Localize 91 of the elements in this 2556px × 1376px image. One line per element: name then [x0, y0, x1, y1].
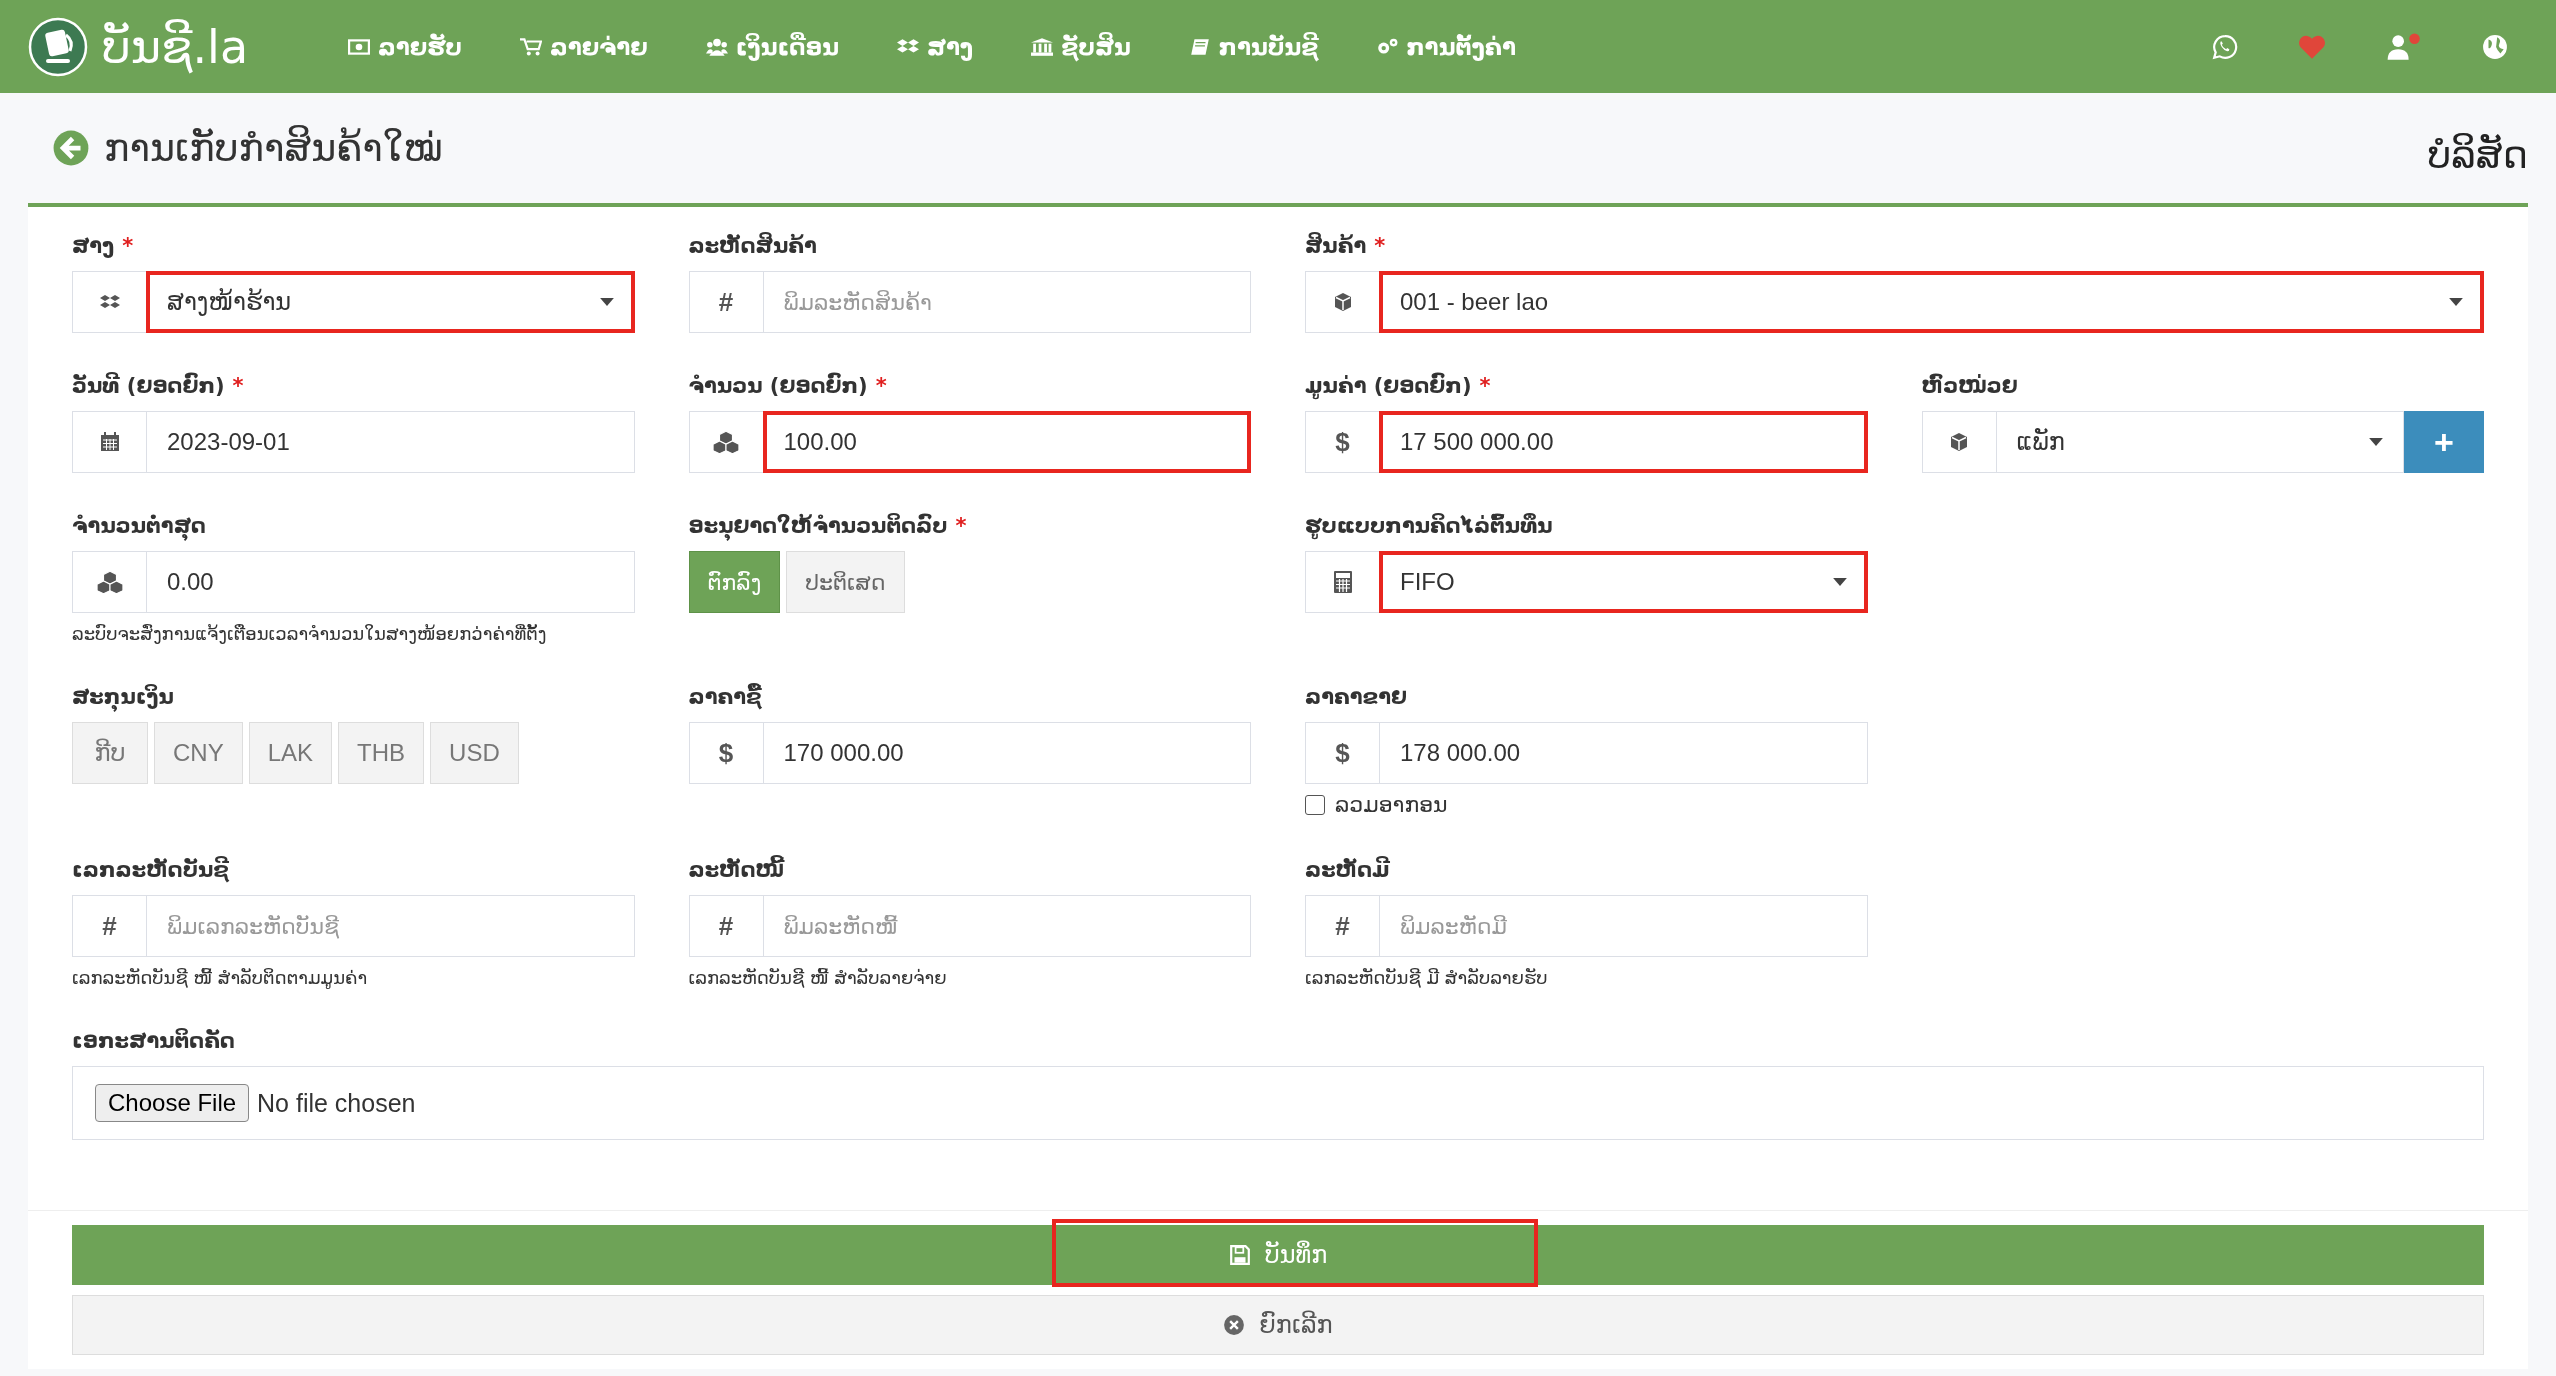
input-field[interactable]: ພິມເລກລະຫັດບັນຊີ — [146, 895, 635, 957]
field-label: ວັນທີ (ຍອດຍົກ) — [72, 374, 225, 398]
required-mark: * — [875, 374, 887, 398]
input-field[interactable]: 178 000.00 — [1379, 722, 1868, 784]
currency-button[interactable]: THB — [338, 722, 425, 784]
input-field[interactable]: ແພັກ — [1995, 411, 2404, 473]
save-button[interactable]: ບັນທຶກ — [72, 1225, 2484, 1285]
input-field[interactable]: ພິມລະຫັດໜີ້ — [762, 895, 1251, 957]
boxes-icon — [99, 294, 120, 310]
caret-icon — [2369, 438, 2383, 446]
whatsapp-icon[interactable] — [2212, 33, 2238, 60]
input-field[interactable]: 17 500 000.00 — [1379, 411, 1868, 473]
currency-button[interactable]: USD — [430, 722, 519, 784]
field-label: ມູນຄ່າ (ຍອດຍົກ) — [1305, 374, 1472, 398]
addon-symbol: $ — [718, 737, 734, 769]
field-label: ສາງ — [72, 234, 115, 258]
nav-link[interactable]: ຊັບສິນ — [1031, 33, 1131, 60]
cancel-button[interactable]: ຍົກເລີກ — [72, 1295, 2484, 1355]
input-field[interactable]: ພິມລະຫັດສິນຄ້າ — [762, 271, 1251, 333]
field-label: ລະຫັດສິນຄ້າ — [688, 234, 817, 258]
nav-link[interactable]: ລາຍຈ່າຍ — [519, 33, 648, 60]
nav-link[interactable]: ການບັນຊີ — [1188, 33, 1319, 60]
input-field[interactable]: ພິມລະຫັດມີ — [1379, 895, 1868, 957]
calculator-icon — [1333, 571, 1352, 593]
input-field[interactable]: 100.00 — [762, 411, 1251, 473]
caret-icon — [599, 298, 614, 306]
choose-file-button[interactable]: Choose File — [95, 1084, 250, 1122]
required-mark: * — [122, 234, 134, 258]
calendar-icon — [99, 432, 120, 452]
input-field[interactable]: 170 000.00 — [762, 722, 1251, 784]
help-text: ເລກລະຫັດບັນຊີ ໜີ້ ສຳລັບລາຍຈ່າຍ — [688, 967, 948, 988]
input-field[interactable]: ສາງໜ້າຮ້ານ — [146, 271, 635, 333]
brand-name[interactable]: ບັນຊີ.la — [102, 19, 249, 74]
currency-button[interactable]: ກີບ — [72, 722, 148, 784]
field-label: ລາຄາຂາຍ — [1305, 685, 1407, 709]
input-field[interactable]: 001 - beer lao — [1379, 271, 2484, 333]
file-status: No file chosen — [257, 1088, 416, 1118]
currency-button[interactable]: CNY — [154, 722, 243, 784]
company-name: ບໍລິສັດ — [2427, 133, 2528, 177]
required-mark: * — [955, 514, 967, 538]
bank-icon — [1031, 37, 1054, 56]
currency-button[interactable]: LAK — [248, 722, 333, 784]
addon-symbol: # — [718, 286, 734, 318]
money-icon — [348, 37, 370, 56]
close-icon — [1223, 1314, 1246, 1336]
cart-icon — [519, 37, 542, 56]
addon-symbol: # — [1335, 910, 1350, 942]
field-label: ຫົວໜ່ວຍ — [1921, 374, 2018, 398]
field-label: ເອກະສານຕິດຄັດ — [72, 1029, 235, 1053]
nav-link[interactable]: ເງິນເດືອນ — [705, 33, 840, 60]
help-text: ລະບົບຈະສົ່ງການແຈ້ງເຕືອນເວລາຈຳນວນໃນສາງໜ້ອຍກວ່າຄ່າທີ່ຕັ້ງ — [72, 623, 548, 644]
addon-symbol: # — [718, 910, 734, 942]
save-icon — [1228, 1244, 1251, 1266]
addon-symbol: $ — [1335, 737, 1350, 769]
checkbox-label: ລວມອາກອນ — [1335, 792, 1448, 817]
cube-icon — [1332, 292, 1353, 312]
cube-icon — [1949, 432, 1969, 452]
addon-symbol: # — [102, 910, 117, 942]
input-field[interactable]: 2023-09-01 — [146, 411, 635, 473]
input-field[interactable]: FIFO — [1379, 551, 1868, 613]
input-field[interactable]: 0.00 — [146, 551, 635, 613]
add-button[interactable]: + — [2404, 411, 2484, 473]
required-mark: * — [1479, 374, 1491, 398]
required-mark: * — [1374, 234, 1386, 258]
gears-icon — [1376, 37, 1399, 56]
user-icon[interactable] — [2386, 32, 2422, 61]
back-icon[interactable] — [52, 129, 90, 167]
cubes-icon — [95, 570, 124, 594]
help-text: ເລກລະຫັດບັນຊີ ມີ ສຳລັບລາຍຮັບ — [1305, 967, 1549, 988]
field-label: ລາຄາຊື້ — [688, 685, 762, 709]
users-icon — [705, 37, 728, 56]
book-icon — [1188, 37, 1211, 56]
caret-icon — [1832, 578, 1847, 586]
help-text: ເລກລະຫັດບັນຊີ ໜີ້ ສຳລັບຕິດຕາມມູນຄ່າ — [72, 967, 369, 988]
required-mark: * — [232, 374, 244, 398]
field-label: ເລກລະຫັດບັນຊີ — [72, 858, 229, 882]
page-title: ການເກັບກຳສິນຄ້າໃໝ່ — [104, 126, 443, 170]
logo-icon[interactable] — [28, 16, 88, 77]
toggle-option[interactable]: ປະຕິເສດ — [786, 551, 905, 613]
checkbox[interactable] — [1305, 794, 1325, 815]
caret-icon — [2449, 298, 2463, 306]
nav-link[interactable]: ລາຍຮັບ — [348, 33, 462, 60]
nav-link[interactable]: ການຕັ້ງຄ່າ — [1376, 33, 1516, 60]
field-label: ສິນຄ້າ — [1305, 234, 1367, 258]
toggle-option[interactable]: ຕົກລົງ — [688, 551, 781, 613]
field-label: ຈຳນວນ (ຍອດຍົກ) — [688, 374, 868, 398]
cubes-icon — [712, 430, 740, 454]
field-label: ຮູບແບບການຄິດໄລ່ຕົ້ນທຶນ — [1305, 514, 1553, 538]
addon-symbol: $ — [1335, 426, 1350, 458]
nav-link[interactable]: ສາງ — [897, 33, 974, 60]
field-label: ລະຫັດມີ — [1305, 858, 1390, 882]
